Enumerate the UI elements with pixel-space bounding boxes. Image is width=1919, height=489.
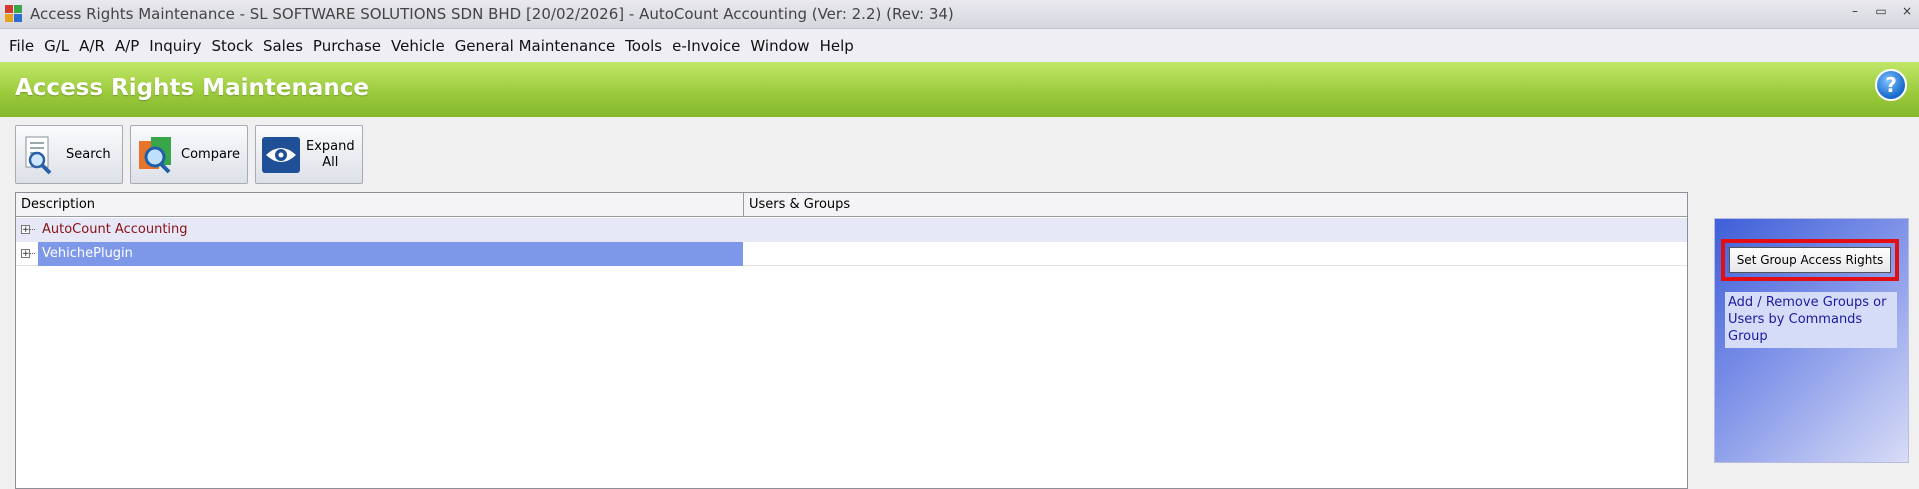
- menu-bar: File G/L A/R A/P Inquiry Stock Sales Pur…: [0, 29, 1919, 62]
- expand-label-line2: All: [322, 154, 339, 170]
- highlight-outline: Set Group Access Rights: [1721, 239, 1899, 281]
- window-title-bar: Access Rights Maintenance - SL SOFTWARE …: [0, 0, 1919, 29]
- compare-button[interactable]: Compare: [130, 125, 248, 184]
- expand-label-line1: Expand: [306, 138, 355, 154]
- menu-gl[interactable]: G/L: [39, 37, 74, 55]
- expand-plus-icon[interactable]: +: [21, 225, 30, 235]
- compare-icon: [137, 135, 171, 175]
- restore-icon[interactable]: ▭: [1875, 4, 1887, 18]
- menu-general-maintenance[interactable]: General Maintenance: [450, 37, 620, 55]
- menu-file[interactable]: File: [4, 37, 39, 55]
- menu-ar[interactable]: A/R: [74, 37, 110, 55]
- tree-row[interactable]: + VehichePlugin: [16, 242, 1687, 266]
- eye-icon: [262, 135, 300, 175]
- help-icon[interactable]: ?: [1875, 69, 1907, 101]
- tree-row[interactable]: + AutoCount Accounting: [16, 218, 1687, 242]
- menu-help[interactable]: Help: [815, 37, 859, 55]
- minimize-icon[interactable]: –: [1849, 4, 1861, 18]
- menu-stock[interactable]: Stock: [206, 37, 258, 55]
- row-description-selected: VehichePlugin: [38, 242, 743, 266]
- page-title: Access Rights Maintenance: [15, 75, 369, 101]
- menu-inquiry[interactable]: Inquiry: [144, 37, 206, 55]
- access-rights-tree-grid[interactable]: Description Users & Groups + AutoCount A…: [15, 192, 1688, 489]
- expand-all-button-label: Expand All: [306, 139, 355, 171]
- add-remove-groups-link[interactable]: Add / Remove Groups or Users by Commands…: [1725, 292, 1897, 348]
- menu-tools[interactable]: Tools: [620, 37, 667, 55]
- search-button-label: Search: [66, 146, 111, 162]
- column-header-users-groups[interactable]: Users & Groups: [744, 193, 1644, 216]
- menu-vehicle[interactable]: Vehicle: [386, 37, 450, 55]
- autocount-app-icon: [4, 4, 24, 24]
- menu-sales[interactable]: Sales: [258, 37, 308, 55]
- menu-e-invoice[interactable]: e-Invoice: [667, 37, 745, 55]
- tree-connector: [30, 229, 35, 230]
- expand-all-button[interactable]: Expand All: [255, 125, 363, 184]
- compare-button-label: Compare: [181, 146, 240, 162]
- page-header-banner: Access Rights Maintenance ?: [0, 62, 1919, 117]
- tree-connector: [30, 253, 35, 254]
- row-users-groups: [744, 218, 1644, 242]
- row-users-groups: [744, 242, 1644, 266]
- menu-purchase[interactable]: Purchase: [308, 37, 386, 55]
- menu-window[interactable]: Window: [745, 37, 814, 55]
- close-icon[interactable]: ×: [1901, 4, 1913, 18]
- menu-ap[interactable]: A/P: [110, 37, 144, 55]
- set-group-access-rights-button[interactable]: Set Group Access Rights: [1729, 247, 1891, 273]
- column-header-description[interactable]: Description: [16, 193, 743, 216]
- search-button[interactable]: Search: [15, 125, 123, 184]
- group-actions-panel: Set Group Access Rights Add / Remove Gro…: [1714, 218, 1909, 463]
- expand-plus-icon[interactable]: +: [21, 249, 30, 259]
- grid-header: Description Users & Groups: [16, 193, 1687, 217]
- row-description: AutoCount Accounting: [42, 222, 188, 237]
- search-document-icon: [22, 135, 56, 175]
- window-title: Access Rights Maintenance - SL SOFTWARE …: [30, 5, 954, 23]
